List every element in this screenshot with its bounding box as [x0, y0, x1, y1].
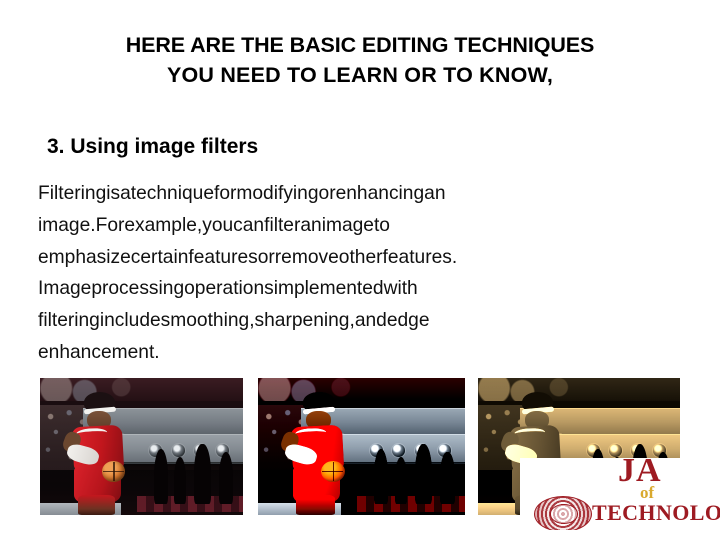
spectator-silhouette	[415, 443, 432, 505]
basketball-scene	[258, 378, 465, 515]
image-original	[40, 378, 243, 515]
spectator-silhouette	[394, 457, 408, 505]
logo-technology-text: TECHNOLOGY	[592, 500, 720, 525]
basketball-player	[52, 391, 158, 515]
spectator-silhouette	[194, 443, 211, 505]
player-legs	[296, 495, 335, 515]
player-legs	[77, 495, 116, 515]
basketball-scene	[40, 378, 243, 515]
basketball	[101, 460, 125, 482]
image-sharpened	[258, 378, 465, 515]
spectator-silhouette	[440, 452, 455, 505]
spectator-silhouette	[173, 457, 187, 505]
university-seal-icon	[534, 496, 592, 530]
spectator-silhouette	[218, 452, 233, 505]
basketball-player	[270, 391, 378, 515]
university-logo-overlay: JA of TECHNOLOGY	[520, 458, 720, 530]
basketball	[320, 460, 345, 482]
